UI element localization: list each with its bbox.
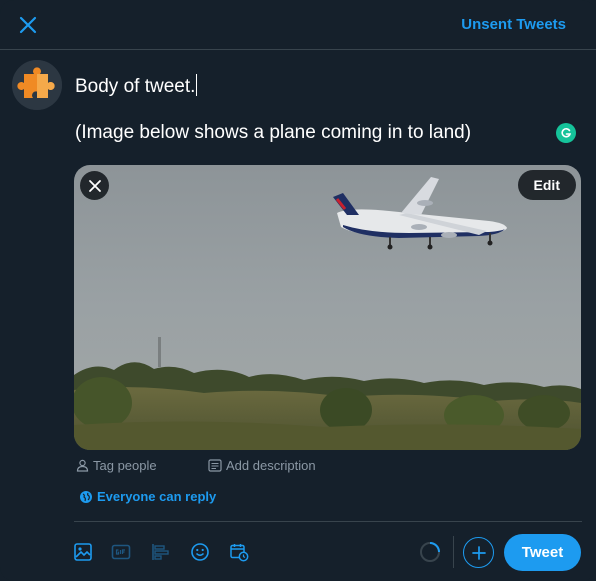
emoji-icon [191, 543, 209, 561]
description-icon [208, 459, 222, 472]
person-icon [76, 459, 89, 472]
tweet-text-line: Body of tweet. [75, 76, 196, 97]
compose-tweet-modal: Unsent Tweets Body of tweet. (Image belo… [0, 0, 596, 581]
add-poll-button[interactable] [149, 541, 171, 563]
globe-icon [80, 490, 92, 503]
attached-image: Edit [74, 165, 581, 450]
modal-header: Unsent Tweets [0, 0, 596, 50]
reply-setting-button[interactable]: Everyone can reply [79, 489, 216, 504]
gif-icon [111, 544, 131, 560]
text-caret [196, 74, 198, 96]
unsent-tweets-link[interactable]: Unsent Tweets [461, 16, 566, 33]
add-description-button[interactable]: Add description [208, 458, 316, 473]
edit-image-button[interactable]: Edit [517, 170, 576, 200]
tweet-button[interactable]: Tweet [504, 534, 581, 571]
toolbar-divider [74, 521, 582, 522]
add-media-button[interactable] [72, 541, 94, 563]
add-description-label: Add description [226, 458, 316, 473]
plus-icon [471, 545, 486, 560]
tweet-text-line[interactable]: (Image below shows a plane coming in to … [75, 121, 471, 145]
image-icon [74, 543, 92, 561]
add-emoji-button[interactable] [189, 541, 211, 563]
progress-ring-icon [420, 542, 440, 562]
close-button[interactable] [14, 11, 42, 39]
avatar [12, 60, 62, 110]
tag-people-button[interactable]: Tag people [76, 458, 157, 473]
remove-image-button[interactable] [80, 171, 109, 200]
grammarly-icon[interactable] [556, 123, 576, 143]
add-gif-button[interactable] [110, 541, 132, 563]
add-tweet-button[interactable] [463, 537, 494, 568]
tag-people-label: Tag people [93, 458, 157, 473]
schedule-icon [230, 544, 249, 562]
close-icon [19, 16, 37, 34]
toolbar-separator [453, 536, 454, 568]
close-icon [88, 179, 101, 192]
tweet-textarea[interactable]: Body of tweet. [75, 74, 555, 99]
poll-icon [152, 544, 169, 560]
reply-setting-label: Everyone can reply [97, 489, 217, 504]
character-counter [419, 541, 441, 563]
schedule-tweet-button[interactable] [228, 541, 250, 563]
